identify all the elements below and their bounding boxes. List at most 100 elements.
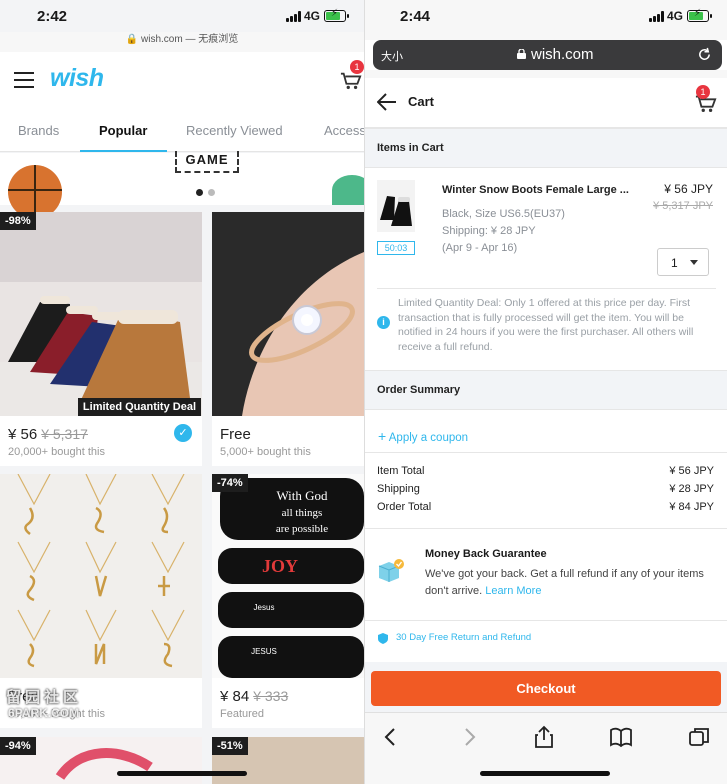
watermark-url: 6PARK.COM (8, 706, 80, 720)
safari-toolbar (365, 712, 727, 784)
promo-banner[interactable]: GAME (0, 151, 364, 219)
cart-count-badge: 1 (696, 85, 710, 99)
guarantee-title: Money Back Guarantee (425, 548, 547, 560)
home-indicator[interactable] (117, 771, 247, 776)
active-tab-indicator (80, 150, 167, 152)
network-label: 4G (666, 9, 683, 23)
browser-domain: wish.com (531, 46, 594, 63)
mask-text: JESUS (251, 647, 277, 656)
quantity-select[interactable]: 1 (657, 248, 709, 276)
category-tabs: Brands Popular Recently Viewed Access (0, 110, 364, 152)
order-summary-header: Order Summary (365, 370, 727, 410)
menu-icon[interactable] (14, 72, 34, 88)
product-card[interactable]: Free 5,000+ bought this (212, 212, 364, 466)
product-image-snow-boots (0, 212, 202, 416)
browser-forward-icon[interactable] (457, 725, 481, 749)
lock-icon (517, 49, 526, 59)
product-card[interactable]: -94% (0, 737, 202, 784)
bookmarks-icon[interactable] (609, 725, 633, 749)
status-time: 2:42 (37, 8, 68, 25)
wish-cart-screen: 2:44 4G ⚡ 大小 wish.com Cart 1 Items in Ca… (364, 0, 727, 784)
tab-brands[interactable]: Brands (18, 123, 59, 138)
status-bar: 2:44 4G ⚡ (365, 0, 727, 40)
cart-count-badge: 1 (350, 60, 364, 74)
cart-item-old-price: ¥ 5,317 JPY (653, 200, 713, 212)
product-price: ¥ 84 ¥ 333 (220, 688, 289, 705)
url-bar[interactable]: 🔒 wish.com — 无痕浏览 (0, 32, 364, 52)
lock-icon: 🔒 (125, 34, 139, 45)
carousel-dots (196, 183, 220, 201)
chevron-down-icon (690, 260, 698, 265)
tab-recently-viewed[interactable]: Recently Viewed (186, 123, 283, 138)
battery-icon: ⚡ (324, 8, 349, 22)
reload-icon[interactable] (697, 47, 712, 62)
cart-item-price: ¥ 56 JPY (664, 182, 713, 196)
guarantee-text: We've got your back. Get a full refund i… (425, 568, 704, 597)
mask-text: Jesus (254, 603, 275, 612)
product-card[interactable]: -98% Limited Quantity Deal ¥ 56 ¥ 5,317 ✓… (0, 212, 202, 466)
browser-address-bar[interactable]: 大小 wish.com (373, 40, 722, 70)
quantity-value: 1 (671, 256, 678, 270)
limited-deal-badge: Limited Quantity Deal (77, 398, 201, 416)
discount-badge: -98% (0, 212, 36, 230)
mask-text: are possible (276, 523, 328, 535)
wish-logo[interactable]: wish (50, 64, 104, 93)
cart-header: Cart 1 (365, 78, 727, 128)
tabs-icon[interactable] (687, 725, 711, 749)
dinosaur-icon (332, 175, 364, 205)
back-arrow-icon[interactable] (377, 93, 397, 111)
share-icon[interactable] (532, 725, 556, 749)
info-icon: i (377, 316, 390, 329)
shield-icon (378, 633, 388, 644)
browser-back-icon[interactable] (379, 725, 403, 749)
limited-deal-notice: Limited Quantity Deal: Only 1 offered at… (398, 297, 694, 353)
product-category-label: Featured (220, 708, 265, 720)
cart-item-shipping: Shipping: ¥ 28 JPY (442, 225, 536, 237)
status-time: 2:44 (400, 8, 431, 25)
product-sold-count: 20,000+ bought this (8, 446, 105, 458)
tab-popular[interactable]: Popular (99, 123, 147, 138)
battery-icon: ⚡ (687, 8, 712, 22)
tab-access[interactable]: Access (324, 123, 364, 138)
discount-badge: -94% (0, 737, 36, 755)
page-title: Cart (408, 94, 435, 109)
product-image-ring (212, 212, 364, 416)
items-section-header: Items in Cart (365, 128, 727, 168)
package-guarantee-icon (378, 559, 404, 582)
wish-home-screen: 2:42 4G ⚡ 🔒 wish.com — 无痕浏览 wish 1 Brand… (0, 0, 364, 784)
text-size-button[interactable]: 大小 (381, 48, 403, 64)
deal-countdown-timer: 50:03 (377, 241, 415, 255)
mask-text: With God (276, 488, 328, 503)
free-return-link[interactable]: 30 Day Free Return and Refund (396, 632, 531, 643)
product-price: Free (220, 426, 251, 443)
signal-icon (649, 11, 665, 22)
learn-more-link[interactable]: Learn More (485, 585, 541, 597)
checkout-button[interactable]: Checkout (371, 671, 721, 706)
url-text: wish.com — 无痕浏览 (141, 34, 239, 45)
cart-item-delivery: (Apr 9 - Apr 16) (442, 242, 518, 254)
product-image-face-masks: With God all things are possible JOY Jes… (212, 474, 364, 678)
apply-coupon-link[interactable]: + Apply a coupon (378, 428, 468, 444)
network-label: 4G (303, 9, 320, 23)
cart-item-variant: Black, Size US6.5(EU37) (442, 208, 565, 220)
watermark-logo: 留园社区 (6, 689, 83, 706)
product-card[interactable]: With God all things are possible JOY Jes… (212, 474, 364, 728)
cart-item-name[interactable]: Winter Snow Boots Female Large ... (442, 184, 629, 196)
signal-icon (286, 11, 302, 22)
product-card[interactable]: -51% (212, 737, 364, 784)
mask-text: all things (282, 507, 323, 519)
verified-check-icon: ✓ (174, 424, 192, 442)
status-bar: 2:42 4G ⚡ (0, 0, 364, 32)
product-image-necklaces (0, 474, 202, 678)
home-indicator[interactable] (480, 771, 610, 776)
product-old-price: ¥ 333 (253, 688, 289, 704)
discount-badge: -51% (212, 737, 248, 755)
product-price: ¥ 56 ¥ 5,317 (8, 426, 88, 443)
product-old-price: ¥ 5,317 (41, 426, 88, 442)
cart-item-image[interactable] (377, 180, 415, 232)
basketball-icon (8, 165, 62, 219)
app-header: wish 1 (0, 52, 364, 110)
banner-game-label: GAME (175, 151, 239, 173)
mask-text: JOY (262, 556, 298, 576)
product-sold-count: 5,000+ bought this (220, 446, 311, 458)
